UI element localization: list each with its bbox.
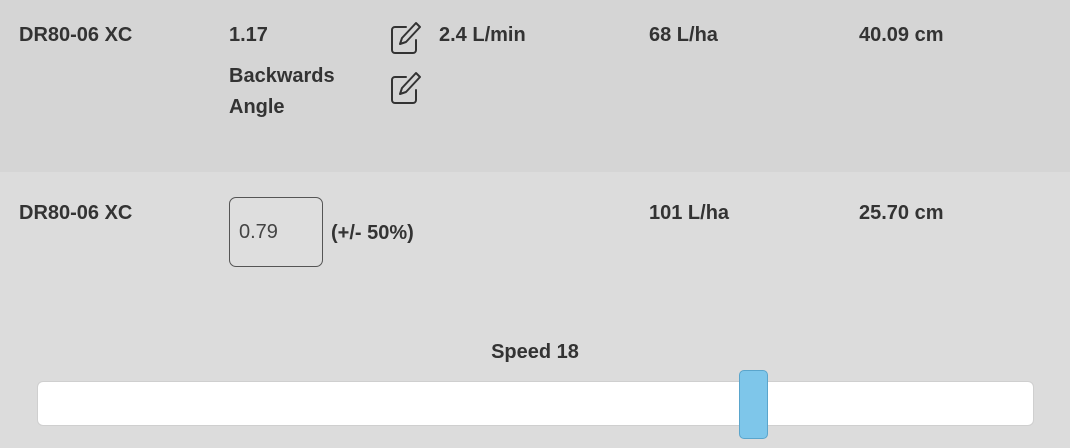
nozzle-value: 1.17	[229, 24, 268, 46]
nozzle-model: DR80-06 XC	[19, 202, 133, 224]
application-rate: 68 L/ha	[649, 24, 718, 46]
edit-value-icon[interactable]	[389, 20, 423, 56]
edit-mode-icon[interactable]	[389, 70, 423, 106]
tolerance-label: (+/- 50%)	[331, 222, 414, 244]
flow-rate: 2.4 L/min	[439, 24, 526, 46]
nozzle-mode-label: Backwards Angle	[229, 65, 335, 118]
spacing: 25.70 cm	[859, 202, 944, 224]
speed-label: Speed 18	[491, 341, 579, 363]
value-input[interactable]	[229, 197, 323, 267]
speed-slider-track[interactable]	[37, 381, 1034, 426]
application-rate: 101 L/ha	[649, 202, 730, 224]
nozzle-model: DR80-06 XC	[19, 24, 133, 46]
speed-slider-thumb[interactable]	[739, 370, 768, 439]
spacing: 40.09 cm	[859, 24, 944, 46]
nozzle-row-1: DR80-06 XC 1.17 Backwards Angle 2.4 L/mi…	[0, 0, 1070, 172]
